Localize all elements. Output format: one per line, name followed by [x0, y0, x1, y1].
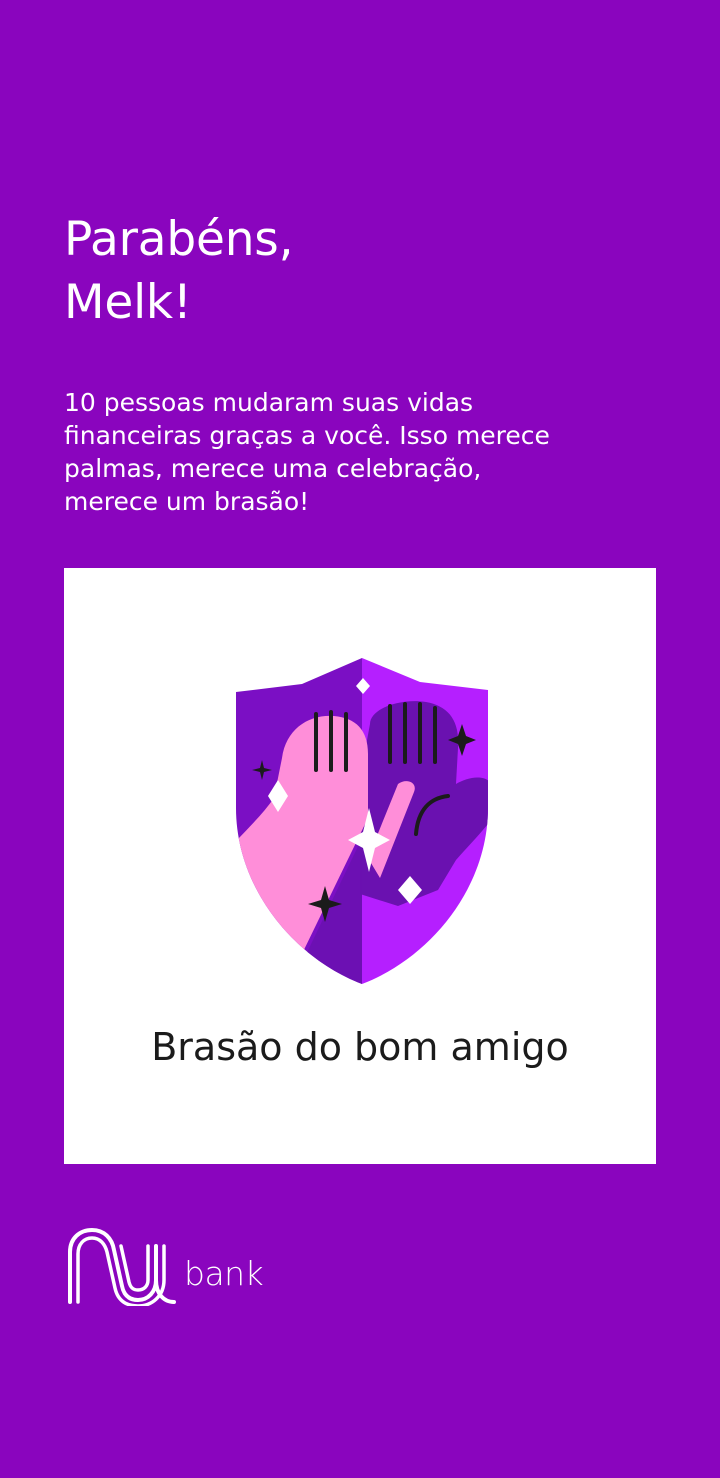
brand-text: bank — [184, 1254, 264, 1293]
message-line-2: financeiras graças a você. Isso merece — [64, 421, 550, 450]
message-line-3: palmas, merece uma celebração, — [64, 454, 482, 483]
badge-title: Brasão do bom amigo — [151, 1025, 569, 1069]
greeting-heading: Parabéns, Melk! — [64, 208, 664, 334]
congratulations-screen: Parabéns, Melk! 10 pessoas mudaram suas … — [0, 0, 720, 1478]
message-line-1: 10 pessoas mudaram suas vidas — [64, 388, 474, 417]
message-line-4: merece um brasão! — [64, 487, 310, 516]
shield-high-five-icon — [236, 658, 488, 984]
nubank-logo: bank — [64, 1224, 274, 1306]
congratulations-message: 10 pessoas mudaram suas vidas financeira… — [64, 386, 664, 518]
greeting-line-2: Melk! — [64, 275, 192, 330]
nu-logo-icon — [68, 1228, 176, 1306]
greeting-line-1: Parabéns, — [64, 212, 294, 267]
badge-card: Brasão do bom amigo — [64, 568, 656, 1164]
